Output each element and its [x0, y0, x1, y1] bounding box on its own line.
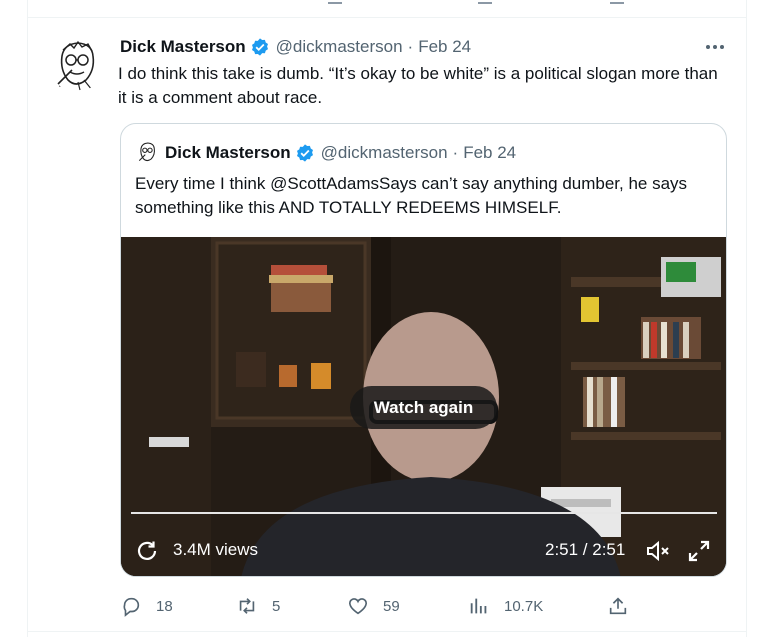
volume-icon[interactable]	[645, 539, 671, 563]
share-icon	[607, 595, 629, 617]
views-button[interactable]: 10.7K	[468, 593, 543, 619]
video-player[interactable]: Watch again 3.4M views 2:51 / 2:51	[121, 237, 726, 576]
like-count: 59	[383, 597, 400, 615]
quoted-author-handle[interactable]: @dickmasterson	[321, 143, 448, 163]
more-dots-icon[interactable]	[702, 37, 728, 57]
previous-tweet-actions-partial	[28, 0, 746, 18]
tweet-text: I do think this take is dumb. “It’s okay…	[118, 64, 718, 107]
heart-icon	[347, 595, 369, 617]
verified-badge-icon[interactable]	[250, 37, 270, 57]
separator-dot: ·	[452, 143, 459, 162]
quoted-tweet-header: Dick Masterson @dickmasterson · Feb 24	[165, 142, 516, 164]
tweet-header: Dick Masterson @dickmasterson · Feb 24	[120, 37, 471, 57]
timeline-border-right	[746, 0, 747, 637]
fullscreen-icon[interactable]	[687, 539, 711, 563]
quoted-tweet-text: Every time I think @ScottAdamsSays can’t…	[135, 174, 688, 217]
tweet-actions: 18 5 59 10.7K	[28, 593, 746, 619]
quoted-tweet[interactable]: Dick Masterson @dickmasterson · Feb 24 E…	[120, 123, 727, 577]
video-views: 3.4M views	[173, 540, 259, 559]
watch-again-button[interactable]: Watch again	[350, 386, 497, 429]
analytics-icon	[468, 595, 490, 617]
avatar[interactable]	[48, 36, 104, 92]
replay-icon[interactable]	[135, 539, 159, 563]
verified-badge-icon[interactable]	[295, 143, 315, 163]
retweet-button[interactable]: 5	[236, 593, 280, 619]
retweet-icon	[236, 595, 258, 617]
reply-icon	[120, 595, 142, 617]
tweet-divider	[28, 631, 746, 632]
quoted-tweet-date[interactable]: Feb 24	[463, 143, 516, 163]
separator-dot: ·	[407, 37, 414, 56]
retweet-count: 5	[272, 597, 281, 615]
tweet[interactable]: Dick Masterson @dickmasterson · Feb 24 I…	[28, 19, 746, 631]
reply-count: 18	[156, 597, 173, 615]
tweet-date[interactable]: Feb 24	[418, 37, 471, 57]
like-button[interactable]: 59	[347, 593, 400, 619]
video-progress-bar[interactable]	[131, 512, 717, 514]
quoted-author-display-name[interactable]: Dick Masterson	[165, 143, 291, 163]
view-count: 10.7K	[504, 597, 544, 615]
video-time: 2:51 / 2:51	[545, 540, 626, 559]
reply-button[interactable]: 18	[120, 593, 173, 619]
quoted-avatar[interactable]	[135, 140, 159, 164]
author-handle[interactable]: @dickmasterson	[276, 37, 403, 57]
author-display-name[interactable]: Dick Masterson	[120, 37, 246, 57]
share-button[interactable]	[607, 593, 629, 619]
